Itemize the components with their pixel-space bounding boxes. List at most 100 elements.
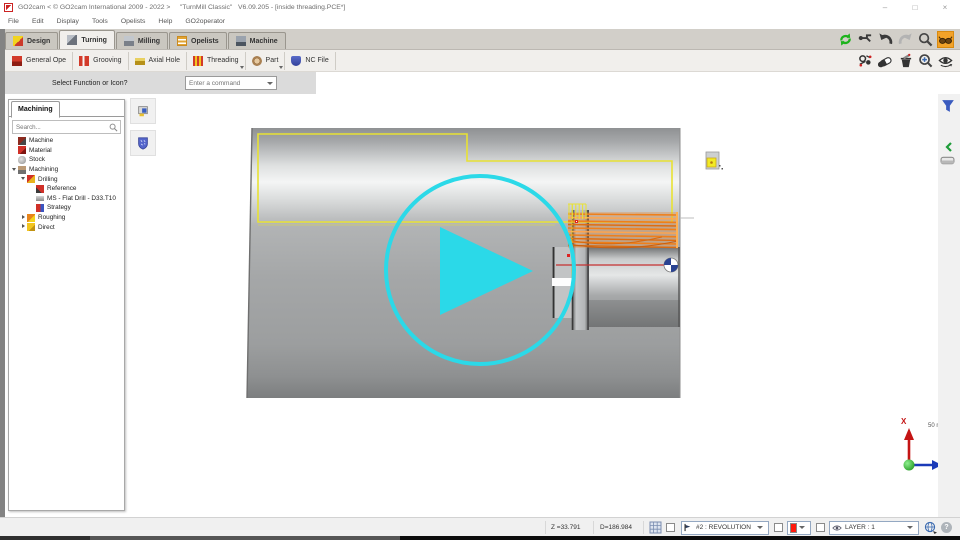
button-label: Axial Hole	[149, 57, 181, 64]
tab-opelists[interactable]: Opelists	[169, 32, 227, 49]
expand-toggle[interactable]	[20, 215, 26, 221]
tree-spacer	[11, 157, 17, 163]
machining-panel: Machining MachineMaterialStockMachiningD…	[8, 99, 125, 511]
tab-label: Milling	[138, 38, 160, 45]
tree-item-machining[interactable]: Machining	[9, 165, 124, 175]
button-label: Part	[266, 57, 279, 64]
command-input[interactable]	[186, 80, 267, 87]
zoom-window-icon[interactable]	[917, 52, 934, 69]
d-coordinate: D=186.984	[600, 518, 632, 537]
filter-icon[interactable]	[941, 99, 955, 113]
tab-machine[interactable]: Machine	[228, 32, 286, 49]
machine-setup-icon[interactable]	[857, 52, 874, 69]
menu-opelists[interactable]: Opelists	[121, 18, 146, 25]
stock-icon	[18, 156, 26, 164]
tree-item-strategy[interactable]: Strategy	[9, 203, 124, 213]
button-nc-file[interactable]: NC File	[285, 52, 335, 70]
minimize-button[interactable]: –	[870, 0, 900, 14]
tree-item-direct[interactable]: Direct	[9, 222, 124, 232]
tree-item-label: Direct	[38, 224, 55, 231]
ribbon-toolbar: General Ope Grooving Axial Hole Threading Pa…	[0, 50, 960, 72]
tree-item-label: Machining	[29, 166, 58, 173]
tool-icon	[36, 196, 44, 201]
tree-item-reference[interactable]: Reference	[9, 184, 124, 194]
button-grooving[interactable]: Grooving	[73, 52, 128, 70]
tab-turning[interactable]: Turning	[59, 30, 115, 49]
close-button[interactable]: ×	[930, 0, 960, 14]
bottom-strip	[0, 536, 960, 540]
tree-item-ms-flat-drill-d33-t10[interactable]: MS - Flat Drill - D33.T10	[9, 194, 124, 204]
collapse-chevron-icon[interactable]	[944, 142, 954, 152]
side-button-op-manager-icon[interactable]	[130, 98, 156, 124]
layer-dropdown[interactable]: LAYER : 1	[829, 521, 919, 535]
tree-item-drilling[interactable]: Drilling	[9, 174, 124, 184]
spindle-dropdown[interactable]: #2 : REVOLUTION	[681, 521, 769, 535]
tab-bar: Design Turning Milling OpelistsMachine	[0, 29, 960, 50]
grid-checkbox[interactable]	[666, 523, 675, 532]
chevron-down-icon[interactable]	[757, 526, 763, 529]
menu-go2operator[interactable]: GO2operator	[185, 18, 225, 25]
pdm-globe-icon[interactable]	[924, 518, 937, 537]
command-combobox[interactable]	[185, 76, 277, 90]
go2cam-window: GO2cam < © GO2cam International 2009 - 2…	[0, 0, 960, 540]
menu-help[interactable]: Help	[158, 18, 172, 25]
tab-machining[interactable]: Machining	[11, 101, 60, 118]
search-box[interactable]	[12, 120, 121, 134]
side-button-shield-icon[interactable]	[130, 130, 156, 156]
menu-edit[interactable]: Edit	[32, 18, 44, 25]
tab-design[interactable]: Design	[5, 32, 58, 49]
tab-label: Turning	[81, 37, 107, 44]
direct-icon	[27, 223, 35, 231]
sync-icon[interactable]	[837, 31, 854, 48]
chevron-down-icon[interactable]	[267, 82, 273, 85]
menu-display[interactable]: Display	[57, 18, 79, 25]
z-coordinate: Z =33.791	[551, 518, 580, 537]
help-button[interactable]: ?	[941, 518, 952, 537]
grooving-icon	[79, 56, 89, 66]
search-input[interactable]	[13, 124, 109, 131]
render-icon[interactable]	[897, 52, 914, 69]
glasses-icon[interactable]	[937, 31, 954, 48]
tree-item-machine[interactable]: Machine	[9, 136, 124, 146]
roughing-icon	[27, 214, 35, 222]
redo-icon[interactable]	[897, 31, 914, 48]
grid-icon[interactable]	[649, 518, 662, 537]
button-part[interactable]: Part	[246, 52, 286, 70]
chevron-down-icon[interactable]	[240, 66, 244, 69]
chevron-down-icon[interactable]	[279, 66, 283, 69]
button-axial-hole[interactable]: Axial Hole	[129, 52, 188, 70]
button-label: Grooving	[93, 57, 121, 64]
eraser-icon[interactable]	[877, 52, 894, 69]
button-threading[interactable]: Threading	[187, 52, 246, 70]
expand-toggle[interactable]	[11, 167, 17, 173]
chevron-down-icon[interactable]	[799, 526, 805, 529]
expand-toggle[interactable]	[20, 224, 26, 230]
tab-milling[interactable]: Milling	[116, 32, 168, 49]
zoom-icon[interactable]	[917, 31, 934, 48]
command-prompt-label: Select Function or Icon?	[52, 80, 128, 87]
expand-toggle[interactable]	[20, 176, 26, 182]
tree-item-roughing[interactable]: Roughing	[9, 213, 124, 223]
window-edge	[0, 29, 5, 517]
undo-icon[interactable]	[877, 31, 894, 48]
caliper-icon[interactable]	[857, 31, 874, 48]
tree-item-label: Stock	[29, 156, 45, 163]
color-picker[interactable]	[787, 521, 811, 535]
button-general-ope[interactable]: General Ope	[6, 52, 73, 70]
layer-checkbox[interactable]	[816, 523, 825, 532]
menu-file[interactable]: File	[8, 18, 19, 25]
title-bar: GO2cam < © GO2cam International 2009 - 2…	[0, 0, 960, 14]
tree-item-stock[interactable]: Stock	[9, 155, 124, 165]
color-checkbox[interactable]	[774, 523, 783, 532]
button-label: Threading	[207, 57, 239, 64]
tree-spacer	[29, 195, 35, 201]
maximize-button[interactable]: □	[900, 0, 930, 14]
reference-icon	[36, 185, 44, 193]
chevron-down-icon[interactable]	[907, 526, 913, 529]
design-icon	[13, 36, 23, 46]
menu-tools[interactable]: Tools	[92, 18, 108, 25]
panel-icon[interactable]	[940, 155, 955, 166]
tree-item-material[interactable]: Material	[9, 146, 124, 156]
tree-item-label: Strategy	[47, 204, 71, 211]
view-rotate-icon[interactable]	[937, 52, 954, 69]
